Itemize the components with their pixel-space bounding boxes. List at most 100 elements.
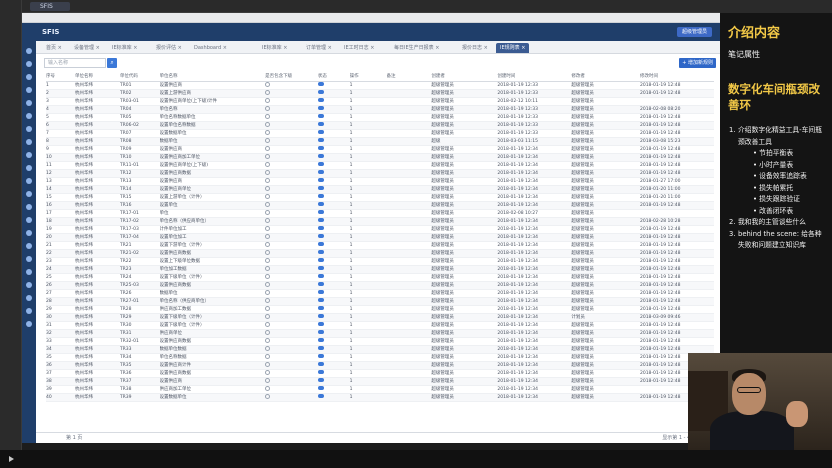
- play-icon[interactable]: [9, 456, 14, 462]
- sidebar-nav-icon[interactable]: [26, 126, 32, 132]
- include-sub-checkbox[interactable]: [265, 289, 271, 295]
- status-toggle[interactable]: [317, 338, 324, 342]
- table-row[interactable]: 35 杭州华纬 TR34 单位名称数据 1 超级管理员 2018-01-19 12:34 超级…: [46, 353, 714, 362]
- status-toggle[interactable]: [317, 194, 324, 198]
- status-toggle[interactable]: [317, 218, 324, 222]
- status-toggle[interactable]: [317, 202, 324, 206]
- status-toggle[interactable]: [317, 82, 324, 86]
- column-header[interactable]: 创建者: [431, 72, 498, 82]
- include-sub-checkbox[interactable]: [265, 281, 271, 287]
- tab-6[interactable]: 订单管理 ×: [302, 43, 336, 53]
- table-row[interactable]: 26 杭州华纬 TR25-03 设置供应商数据 1 超级管理员 2018-01-19 12:…: [46, 281, 714, 290]
- sidebar-nav-icon[interactable]: [26, 48, 32, 54]
- column-header[interactable]: 操作: [349, 72, 387, 82]
- table-row[interactable]: 37 杭州华纬 TR36 设置供应商数据 1 超级管理员 2018-01-19 12:34 超…: [46, 369, 714, 378]
- pagination[interactable]: 第 1 页: [66, 433, 82, 444]
- column-header[interactable]: 单位名称: [75, 72, 120, 82]
- include-sub-checkbox[interactable]: [265, 209, 271, 215]
- table-row[interactable]: 20 杭州华纬 TR17-04 设置单位加工 1 超级管理员 2018-01-19 12:3…: [46, 233, 714, 242]
- status-toggle[interactable]: [317, 362, 324, 366]
- table-row[interactable]: 21 杭州华纬 TR21 设置下游单位（计件） 1 超级管理员 2018-01-19 12:…: [46, 241, 714, 250]
- tab-4[interactable]: Dashboard ×: [190, 43, 231, 53]
- status-toggle[interactable]: [317, 114, 324, 118]
- status-toggle[interactable]: [317, 322, 324, 326]
- include-sub-checkbox[interactable]: [265, 177, 271, 183]
- include-sub-checkbox[interactable]: [265, 161, 271, 167]
- sidebar-nav-icon[interactable]: [26, 165, 32, 171]
- sidebar-nav-icon[interactable]: [26, 100, 32, 106]
- table-row[interactable]: 23 杭州华纬 TR22 设置上下级单位数据 1 超级管理员 2018-01-19 12:3…: [46, 257, 714, 266]
- table-row[interactable]: 18 杭州华纬 TR17-02 单位名称（供应商单位） 1 超级管理员 2018-01-19…: [46, 217, 714, 226]
- column-header[interactable]: 备注: [386, 72, 432, 82]
- tab-7[interactable]: IE工时日志 ×: [340, 43, 378, 53]
- status-toggle[interactable]: [317, 146, 324, 150]
- include-sub-checkbox[interactable]: [265, 169, 271, 175]
- include-sub-checkbox[interactable]: [265, 193, 271, 199]
- sidebar-nav-icon[interactable]: [26, 204, 32, 210]
- status-toggle[interactable]: [317, 282, 324, 286]
- include-sub-checkbox[interactable]: [265, 361, 271, 367]
- table-row[interactable]: 30 杭州华纬 TR29 设置下级单位（计件） 1 超级管理员 2018-01-19 12:…: [46, 313, 714, 322]
- include-sub-checkbox[interactable]: [265, 81, 271, 87]
- include-sub-checkbox[interactable]: [265, 225, 271, 231]
- tab-3[interactable]: 报价评估 ×: [152, 43, 186, 53]
- sidebar-nav-icon[interactable]: [26, 191, 32, 197]
- include-sub-checkbox[interactable]: [265, 233, 271, 239]
- status-toggle[interactable]: [317, 90, 324, 94]
- status-toggle[interactable]: [317, 122, 324, 126]
- sidebar-nav-icon[interactable]: [26, 295, 32, 301]
- include-sub-checkbox[interactable]: [265, 129, 271, 135]
- include-sub-checkbox[interactable]: [265, 249, 271, 255]
- include-sub-checkbox[interactable]: [265, 329, 271, 335]
- status-toggle[interactable]: [317, 370, 324, 374]
- tab-5[interactable]: IE标准库 ×: [258, 43, 291, 53]
- tab-1[interactable]: 设备管理 ×: [70, 43, 104, 53]
- status-toggle[interactable]: [317, 306, 324, 310]
- sidebar-nav-icon[interactable]: [26, 243, 32, 249]
- status-toggle[interactable]: [317, 394, 324, 398]
- table-row[interactable]: 11 杭州华纬 TR11-01 设置供应商单位(上下级) 1 超级管理员 2018-01-1…: [46, 161, 714, 170]
- sidebar-nav-icon[interactable]: [26, 230, 32, 236]
- tab-8[interactable]: 每日IE生产日报表 ×: [390, 43, 443, 53]
- table-row[interactable]: 38 杭州华纬 TR37 设置供应商 1 超级管理员 2018-01-19 12:34 超级管…: [46, 377, 714, 386]
- column-header[interactable]: 是否包含下级: [265, 72, 318, 82]
- include-sub-checkbox[interactable]: [265, 313, 271, 319]
- table-row[interactable]: 10 杭州华纬 TR10 设置供应商加工单位 1 超级管理员 2018-01-19 12:3…: [46, 153, 714, 162]
- table-row[interactable]: 1 杭州华纬 TR01 设置供应商 1 超级管理员 2018-01-19 12:33 超级管理…: [46, 81, 714, 90]
- include-sub-checkbox[interactable]: [265, 113, 271, 119]
- include-sub-checkbox[interactable]: [265, 265, 271, 271]
- sidebar-nav-icon[interactable]: [26, 269, 32, 275]
- sidebar-nav-icon[interactable]: [26, 321, 32, 327]
- status-toggle[interactable]: [317, 130, 324, 134]
- status-toggle[interactable]: [317, 226, 324, 230]
- include-sub-checkbox[interactable]: [265, 121, 271, 127]
- column-header[interactable]: 单位名称: [159, 72, 266, 82]
- status-toggle[interactable]: [317, 274, 324, 278]
- include-sub-checkbox[interactable]: [265, 257, 271, 263]
- status-toggle[interactable]: [317, 98, 324, 102]
- status-toggle[interactable]: [317, 258, 324, 262]
- table-row[interactable]: 40 杭州华纬 TR39 设置数据单位 1 超级管理员 2018-01-19 12:34 超级…: [46, 393, 714, 402]
- status-toggle[interactable]: [317, 314, 324, 318]
- search-icon[interactable]: ⌕: [107, 58, 117, 68]
- table-row[interactable]: 31 杭州华纬 TR30 设置下级单位（计件） 1 超级管理员 2018-01-19 12:…: [46, 321, 714, 330]
- add-rule-button[interactable]: + 增加新规则: [679, 58, 716, 68]
- include-sub-checkbox[interactable]: [265, 153, 271, 159]
- sidebar-nav-icon[interactable]: [26, 61, 32, 67]
- table-row[interactable]: 24 杭州华纬 TR23 单位加工数据 1 超级管理员 2018-01-19 12:34 超级…: [46, 265, 714, 274]
- tab-2[interactable]: IE标准库 ×: [108, 43, 141, 53]
- include-sub-checkbox[interactable]: [265, 377, 271, 383]
- table-row[interactable]: 14 杭州华纬 TR14 设置供应商单位 1 超级管理员 2018-01-19 12:34 超…: [46, 185, 714, 194]
- sidebar-nav-icon[interactable]: [26, 113, 32, 119]
- column-header[interactable]: 单位代码: [119, 72, 160, 82]
- sidebar-nav-icon[interactable]: [26, 217, 32, 223]
- status-toggle[interactable]: [317, 210, 324, 214]
- status-toggle[interactable]: [317, 290, 324, 294]
- table-row[interactable]: 22 杭州华纬 TR21-02 设置供应商数据 1 超级管理员 2018-01-19 12:…: [46, 249, 714, 258]
- status-toggle[interactable]: [317, 242, 324, 246]
- include-sub-checkbox[interactable]: [265, 297, 271, 303]
- sidebar-nav-icon[interactable]: [26, 282, 32, 288]
- include-sub-checkbox[interactable]: [265, 185, 271, 191]
- tab-0[interactable]: 首页 ×: [42, 43, 66, 53]
- include-sub-checkbox[interactable]: [265, 393, 271, 399]
